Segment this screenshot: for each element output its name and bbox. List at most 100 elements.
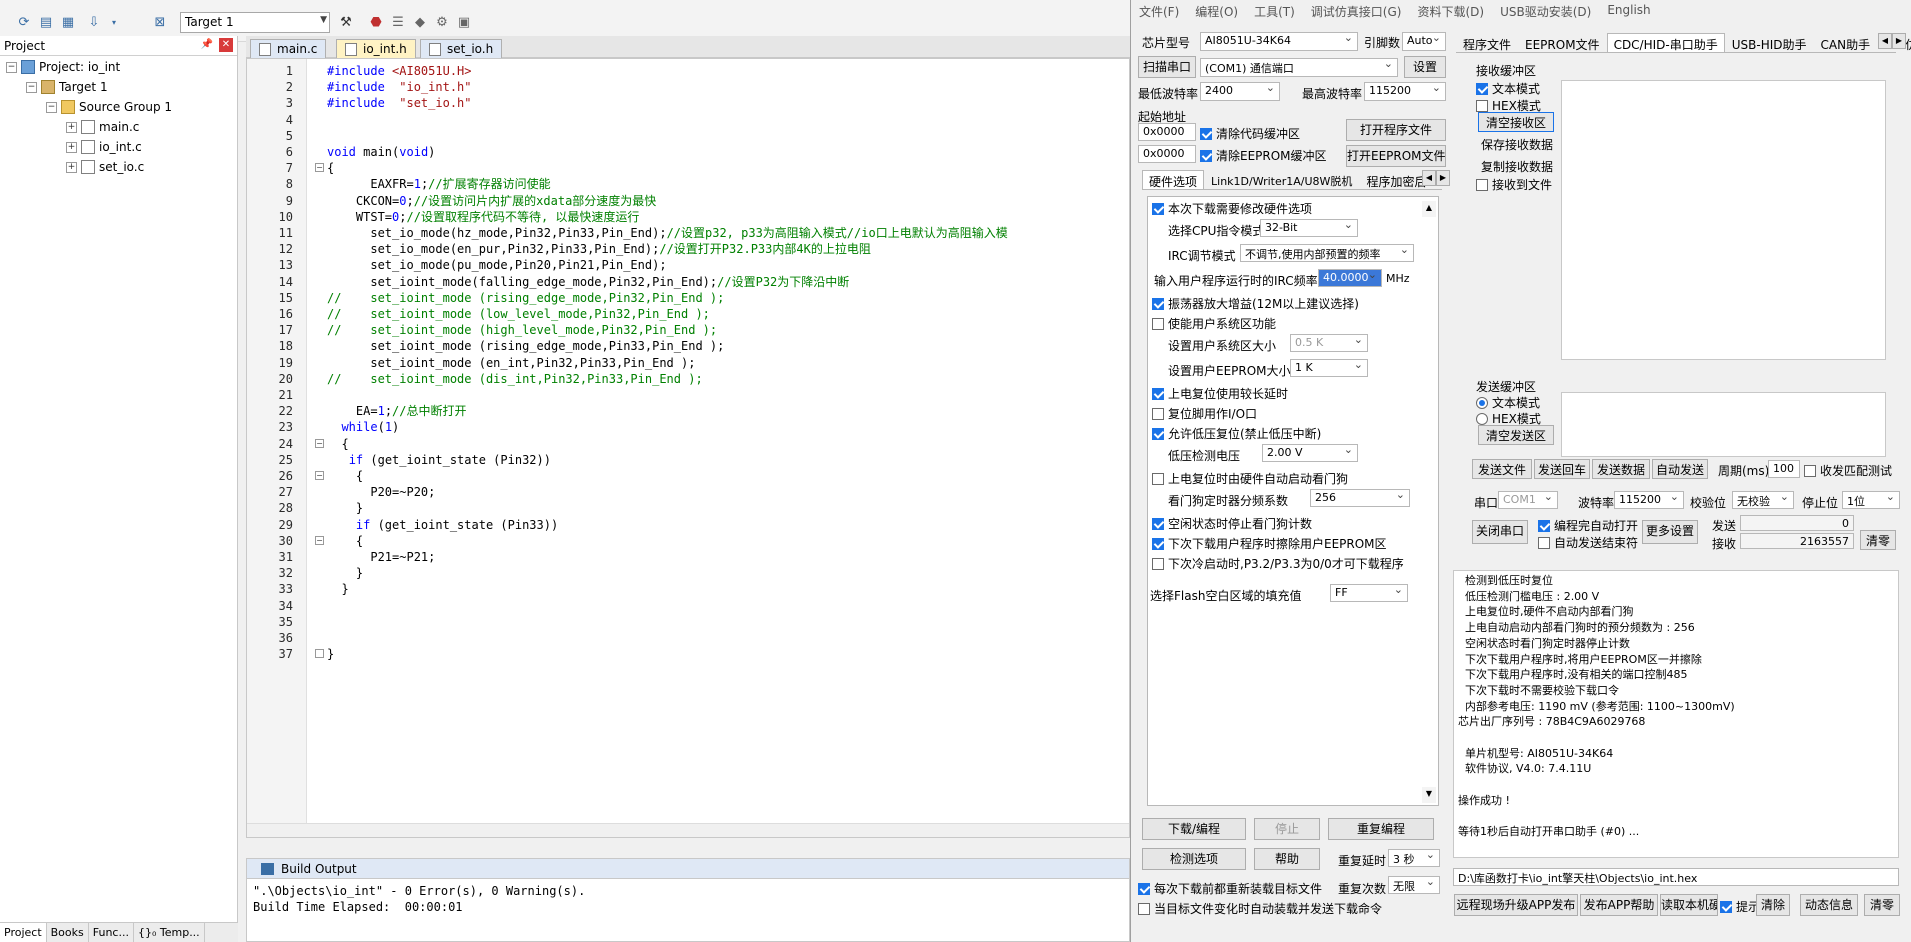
tree-file[interactable]: + io_int.c bbox=[66, 138, 142, 156]
code-line[interactable]: { bbox=[327, 436, 348, 452]
tab-project[interactable]: Project bbox=[0, 923, 47, 942]
horizontal-scrollbar[interactable] bbox=[247, 823, 1129, 837]
eeprom-size-select[interactable]: 1 K bbox=[1290, 359, 1368, 377]
pins-select[interactable]: Auto bbox=[1402, 32, 1446, 51]
code-line[interactable]: // set_ioint_mode (dis_int,Pin32,Pin33,P… bbox=[327, 371, 703, 387]
code-line[interactable]: set_ioint_mode (en_int,Pin32,Pin33,Pin_E… bbox=[327, 355, 695, 371]
target-select[interactable]: Target 1 ▼ bbox=[180, 12, 330, 33]
p32p33-checkbox[interactable]: 下次冷启动时,P3.2/P3.3为0/0才可下载程序 bbox=[1152, 555, 1404, 572]
code-line[interactable]: P20=~P20; bbox=[327, 484, 435, 500]
cpu-mode-select[interactable]: 32-Bit bbox=[1260, 219, 1358, 237]
scroll-up-icon[interactable]: ▲ bbox=[1422, 201, 1436, 217]
copy-rx-button[interactable]: 复制接收数据 bbox=[1476, 156, 1558, 176]
code-line[interactable]: { bbox=[327, 160, 334, 176]
expand-icon[interactable]: + bbox=[66, 161, 77, 173]
code-line[interactable]: set_io_mode(en_pur,Pin32,Pin33,Pin_End);… bbox=[327, 241, 870, 257]
reload-before-checkbox[interactable]: 每次下载前都重新装载目标文件 bbox=[1138, 880, 1322, 897]
pin-icon[interactable]: 📌 bbox=[201, 39, 213, 50]
port-select[interactable]: (COM1) 通信端口 bbox=[1200, 58, 1398, 77]
menu-tools[interactable]: 工具(T) bbox=[1246, 0, 1303, 22]
expand-icon[interactable]: + bbox=[66, 141, 77, 153]
tab-scroll-right-icon[interactable]: ▶ bbox=[1436, 170, 1450, 186]
clear-tx-button[interactable]: 清空发送区 bbox=[1478, 425, 1554, 445]
tree-group[interactable]: − Source Group 1 bbox=[46, 98, 172, 116]
send-data-button[interactable]: 发送数据 bbox=[1592, 459, 1650, 479]
scroll-down-icon[interactable]: ▼ bbox=[1422, 787, 1436, 803]
code-line[interactable]: if (get_ioint_state (Pin32)) bbox=[327, 452, 551, 468]
code-line[interactable]: set_io_mode(hz_mode,Pin32,Pin33,Pin_End)… bbox=[327, 225, 1007, 241]
irc-mode-select[interactable]: 不调节,使用内部预置的频率 bbox=[1240, 244, 1414, 262]
options-icon[interactable]: ⚒ bbox=[336, 12, 356, 32]
log-output[interactable]: 检测到低压时复位 低压检测门槛电压 : 2.00 V 上电复位时,硬件不启动内部… bbox=[1453, 570, 1899, 858]
clear-counts-button[interactable]: 清零 bbox=[1860, 530, 1896, 550]
irc-freq-input[interactable]: 40.0000 bbox=[1318, 269, 1382, 287]
sys-size-select[interactable]: 0.5 K bbox=[1290, 334, 1368, 352]
tab-program-file[interactable]: 程序文件 bbox=[1456, 33, 1518, 52]
tab-scroll-left-icon[interactable]: ◀ bbox=[1878, 33, 1892, 49]
menu-download[interactable]: 资料下载(D) bbox=[1409, 0, 1492, 22]
more-settings-button[interactable]: 更多设置 bbox=[1642, 520, 1698, 544]
tab-usb-hid[interactable]: USB-HID助手 bbox=[1725, 33, 1814, 52]
port-settings-button[interactable]: 设置 bbox=[1404, 56, 1446, 78]
code-line[interactable]: CKCON=0;//设置访问片内扩展的xdata部分速度为最快 bbox=[327, 193, 656, 209]
open-eeprom-file-button[interactable]: 打开EEPROM文件 bbox=[1346, 145, 1446, 167]
tab-can[interactable]: CAN助手 bbox=[1814, 33, 1878, 52]
fill-select[interactable]: FF bbox=[1330, 584, 1408, 602]
fold-icon[interactable]: − bbox=[315, 438, 324, 448]
clear-log-button[interactable]: 清除 bbox=[1756, 894, 1790, 916]
tab-hardware-options[interactable]: 硬件选项 bbox=[1142, 170, 1205, 189]
user-sys-checkbox[interactable]: 使能用户系统区功能 bbox=[1152, 315, 1276, 332]
pack-icon[interactable]: ◆ bbox=[410, 12, 430, 32]
lvd-select[interactable]: 2.00 V bbox=[1262, 444, 1358, 462]
erase-eeprom-checkbox[interactable]: 下次下载用户程序时擦除用户EEPROM区 bbox=[1152, 535, 1387, 552]
remote-upgrade-button[interactable]: 远程现场升级APP发布 bbox=[1454, 894, 1578, 916]
reset-io-checkbox[interactable]: 复位脚用作I/O口 bbox=[1152, 405, 1257, 422]
expand-icon[interactable]: + bbox=[66, 121, 77, 133]
manage-components-icon[interactable]: ⬣ bbox=[366, 12, 386, 32]
menu-program[interactable]: 编程(O) bbox=[1187, 0, 1246, 22]
hint-checkbox[interactable]: 提示 bbox=[1720, 898, 1760, 915]
rx-to-file-checkbox[interactable]: 接收到文件 bbox=[1476, 176, 1552, 193]
match-test-checkbox[interactable]: 收发匹配测试 bbox=[1804, 462, 1892, 479]
code-line[interactable]: EA=1;//总中断打开 bbox=[327, 403, 467, 419]
stop-bits-select[interactable]: 1位 bbox=[1842, 491, 1900, 509]
osc-gain-checkbox[interactable]: 振荡器放大增益(12M以上建议选择) bbox=[1152, 295, 1359, 312]
tab-set-io-h[interactable]: set_io.h bbox=[420, 39, 503, 58]
rx-text-mode-checkbox[interactable]: 文本模式 bbox=[1476, 80, 1540, 97]
min-baud-select[interactable]: 2400 bbox=[1200, 82, 1280, 101]
code-editor[interactable]: 1 2 3 4 5 6 7 8 9 10 11 12 13 14 15 16 17 18 19 20 21 22 23 24 2… bbox=[246, 58, 1130, 838]
chevron-down-icon[interactable]: ▾ bbox=[104, 12, 124, 32]
build-icon[interactable]: ▤ bbox=[36, 12, 56, 32]
download-program-button[interactable]: 下载/编程 bbox=[1142, 818, 1246, 840]
collapse-icon[interactable]: − bbox=[46, 101, 57, 113]
max-baud-select[interactable]: 115200 bbox=[1364, 82, 1446, 101]
menu-usb-driver[interactable]: USB驱动安装(D) bbox=[1492, 0, 1599, 22]
code-line[interactable]: { bbox=[327, 533, 363, 549]
menu-file[interactable]: 文件(F) bbox=[1131, 0, 1187, 22]
code-line[interactable]: if (get_ioint_state (Pin33)) bbox=[327, 517, 558, 533]
tab-books[interactable]: Books bbox=[47, 923, 89, 942]
tools-icon[interactable]: ⚙ bbox=[432, 12, 452, 32]
tx-buffer-area[interactable] bbox=[1561, 392, 1886, 457]
lvr-checkbox[interactable]: 允许低压复位(禁止低压中断) bbox=[1152, 425, 1321, 442]
collapse-icon[interactable]: − bbox=[26, 81, 37, 93]
detect-options-button[interactable]: 检测选项 bbox=[1142, 848, 1246, 870]
tx-text-mode-radio[interactable]: 文本模式 bbox=[1476, 394, 1540, 411]
fold-icon[interactable]: − bbox=[315, 535, 324, 545]
code-line[interactable]: set_ioint_mode(falling_edge_mode,Pin32,P… bbox=[327, 274, 849, 290]
books-icon[interactable]: ☰ bbox=[388, 12, 408, 32]
auto-open-checkbox[interactable]: 编程完自动打开 bbox=[1538, 517, 1638, 534]
open-program-file-button[interactable]: 打开程序文件 bbox=[1346, 119, 1446, 141]
rx-buffer-area[interactable] bbox=[1561, 80, 1886, 360]
wdt-div-select[interactable]: 256 bbox=[1310, 489, 1410, 507]
tab-io-int-h[interactable]: io_int.h bbox=[336, 39, 416, 58]
publish-app-help-button[interactable]: 发布APP帮助 bbox=[1580, 894, 1658, 916]
clear-eeprom-buffer-checkbox[interactable]: 清除EEPROM缓冲区 bbox=[1200, 147, 1327, 164]
close-port-button[interactable]: 关闭串口 bbox=[1472, 520, 1528, 544]
auto-send-button[interactable]: 自动发送 bbox=[1652, 459, 1708, 479]
tab-eeprom-file[interactable]: EEPROM文件 bbox=[1518, 33, 1607, 52]
code-line[interactable]: // set_ioint_mode (low_level_mode,Pin32,… bbox=[327, 306, 710, 322]
stop-build-icon[interactable]: ⊠ bbox=[150, 12, 170, 32]
dynamic-info-button[interactable]: 动态信息 bbox=[1800, 894, 1858, 916]
clear-zero-button[interactable]: 清零 bbox=[1864, 894, 1900, 916]
